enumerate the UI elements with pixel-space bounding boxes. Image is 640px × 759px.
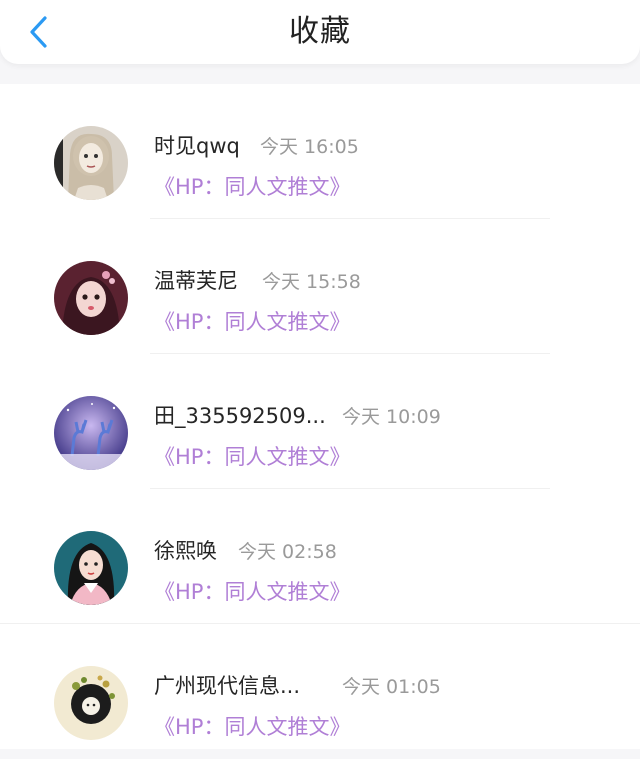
work-title-link[interactable]: 《HP：同人文推文》 (154, 441, 350, 471)
work-title-link[interactable]: 《HP：同人文推文》 (154, 711, 350, 741)
favorite-item[interactable]: 徐熙唤 今天 02:58 《HP：同人文推文》 (0, 489, 640, 624)
timestamp: 今天 15:58 (262, 271, 361, 293)
favorite-item[interactable]: 温蒂芙尼 今天 15:58 《HP：同人文推文》 (0, 219, 640, 354)
timestamp: 今天 10:09 (342, 406, 441, 428)
work-title-link[interactable]: 《HP：同人文推文》 (154, 171, 350, 201)
user-name[interactable]: 温蒂芙尼 (154, 265, 238, 295)
timestamp: 今天 01:05 (342, 676, 441, 698)
avatar[interactable] (54, 396, 128, 470)
favorite-item[interactable]: 时见qwq 今天 16:05 《HP：同人文推文》 (0, 84, 640, 219)
work-title-link[interactable]: 《HP：同人文推文》 (154, 576, 350, 606)
timestamp: 今天 16:05 (260, 136, 359, 158)
avatar[interactable] (54, 666, 128, 740)
favorite-item[interactable]: 田_335592509... 今天 10:09 《HP：同人文推文》 (0, 354, 640, 489)
favorites-list: 时见qwq 今天 16:05 《HP：同人文推文》 温蒂芙尼 今天 15:58 … (0, 84, 640, 749)
work-title-link[interactable]: 《HP：同人文推文》 (154, 306, 350, 336)
user-name[interactable]: 田_335592509... (154, 400, 326, 430)
timestamp: 今天 02:58 (238, 541, 337, 563)
avatar[interactable] (54, 126, 128, 200)
avatar[interactable] (54, 261, 128, 335)
avatar[interactable] (54, 531, 128, 605)
user-name[interactable]: 广州现代信息... (154, 670, 300, 700)
user-name[interactable]: 时见qwq (154, 130, 240, 160)
favorite-item[interactable]: 广州现代信息... 今天 01:05 《HP：同人文推文》 (0, 624, 640, 759)
top-bar: 收藏 (0, 0, 640, 64)
page-title: 收藏 (289, 14, 351, 49)
user-name[interactable]: 徐熙唤 (154, 535, 217, 565)
